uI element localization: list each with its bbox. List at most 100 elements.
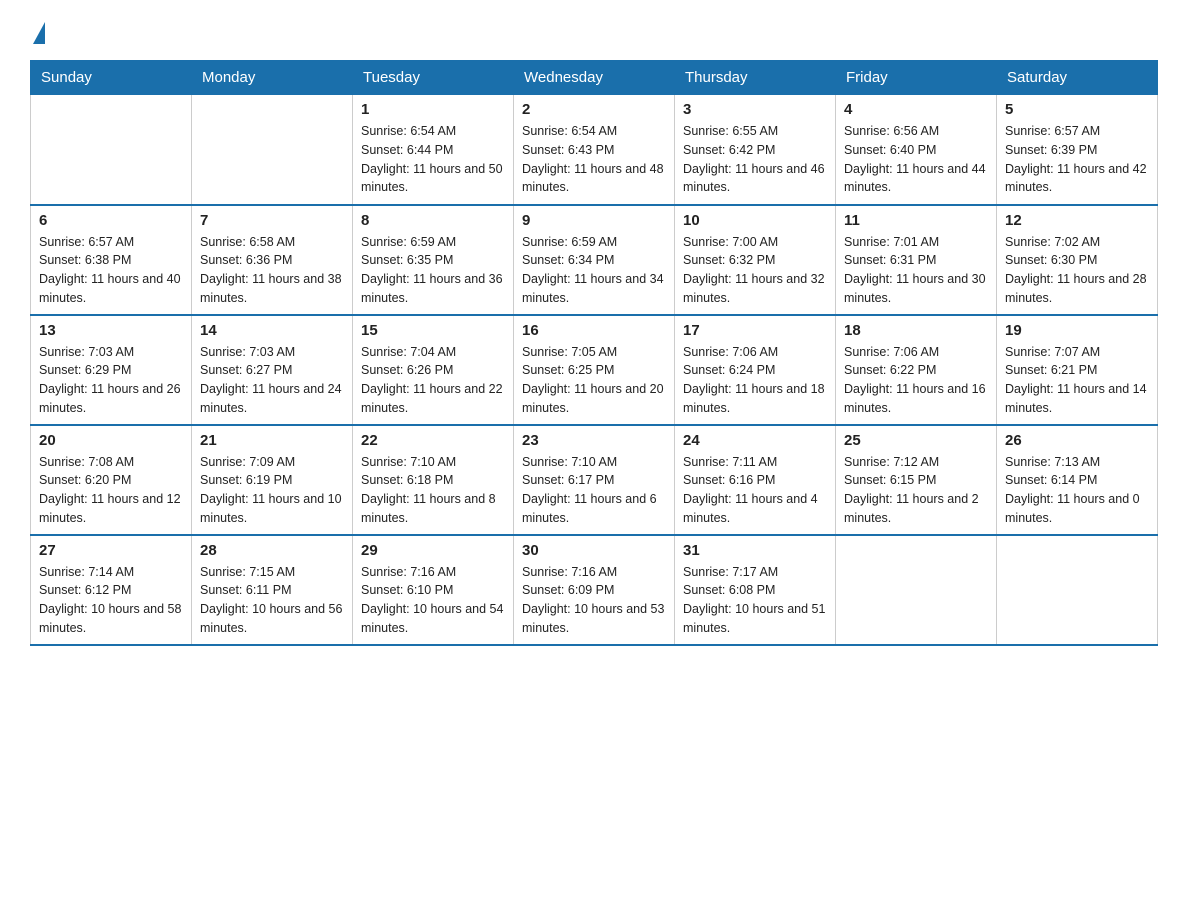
calendar-week-row: 20Sunrise: 7:08 AMSunset: 6:20 PMDayligh… <box>31 425 1158 535</box>
day-number: 15 <box>361 322 505 339</box>
day-number: 12 <box>1005 212 1149 229</box>
day-info: Sunrise: 7:11 AMSunset: 6:16 PMDaylight:… <box>683 453 827 528</box>
day-number: 22 <box>361 432 505 449</box>
day-number: 27 <box>39 542 183 559</box>
calendar-cell: 24 Sunrise: 7:11 AMSunset: 6:16 PMDayligh… <box>675 425 836 535</box>
day-info: Sunrise: 7:09 AMSunset: 6:19 PMDaylight:… <box>200 453 344 528</box>
calendar-cell <box>997 535 1158 645</box>
day-info: Sunrise: 7:02 AMSunset: 6:30 PMDaylight:… <box>1005 233 1149 308</box>
calendar-cell <box>836 535 997 645</box>
day-info: Sunrise: 6:55 AMSunset: 6:42 PMDaylight:… <box>683 122 827 197</box>
day-info: Sunrise: 6:57 AMSunset: 6:39 PMDaylight:… <box>1005 122 1149 197</box>
day-info: Sunrise: 7:10 AMSunset: 6:17 PMDaylight:… <box>522 453 666 528</box>
calendar-cell: 16 Sunrise: 7:05 AMSunset: 6:25 PMDayligh… <box>514 315 675 425</box>
calendar-cell <box>31 95 192 205</box>
calendar-header-monday: Monday <box>192 61 353 95</box>
day-info: Sunrise: 7:05 AMSunset: 6:25 PMDaylight:… <box>522 343 666 418</box>
calendar-cell: 9 Sunrise: 6:59 AMSunset: 6:34 PMDaylight… <box>514 205 675 315</box>
day-number: 7 <box>200 212 344 229</box>
calendar-header-tuesday: Tuesday <box>353 61 514 95</box>
day-number: 3 <box>683 101 827 118</box>
day-info: Sunrise: 7:12 AMSunset: 6:15 PMDaylight:… <box>844 453 988 528</box>
calendar-table: SundayMondayTuesdayWednesdayThursdayFrid… <box>30 60 1158 646</box>
calendar-cell: 27 Sunrise: 7:14 AMSunset: 6:12 PMDayligh… <box>31 535 192 645</box>
day-info: Sunrise: 7:03 AMSunset: 6:27 PMDaylight:… <box>200 343 344 418</box>
calendar-header-row: SundayMondayTuesdayWednesdayThursdayFrid… <box>31 61 1158 95</box>
calendar-week-row: 6 Sunrise: 6:57 AMSunset: 6:38 PMDaylight… <box>31 205 1158 315</box>
calendar-header-saturday: Saturday <box>997 61 1158 95</box>
calendar-cell: 26Sunrise: 7:13 AMSunset: 6:14 PMDayligh… <box>997 425 1158 535</box>
day-number: 13 <box>39 322 183 339</box>
day-number: 19 <box>1005 322 1149 339</box>
day-info: Sunrise: 6:57 AMSunset: 6:38 PMDaylight:… <box>39 233 183 308</box>
day-info: Sunrise: 6:59 AMSunset: 6:34 PMDaylight:… <box>522 233 666 308</box>
calendar-cell: 25 Sunrise: 7:12 AMSunset: 6:15 PMDayligh… <box>836 425 997 535</box>
day-number: 10 <box>683 212 827 229</box>
day-number: 14 <box>200 322 344 339</box>
day-number: 30 <box>522 542 666 559</box>
calendar-cell: 10Sunrise: 7:00 AMSunset: 6:32 PMDayligh… <box>675 205 836 315</box>
day-info: Sunrise: 7:17 AMSunset: 6:08 PMDaylight:… <box>683 563 827 638</box>
calendar-cell: 11 Sunrise: 7:01 AMSunset: 6:31 PMDayligh… <box>836 205 997 315</box>
day-number: 24 <box>683 432 827 449</box>
day-info: Sunrise: 7:01 AMSunset: 6:31 PMDaylight:… <box>844 233 988 308</box>
day-info: Sunrise: 7:15 AMSunset: 6:11 PMDaylight:… <box>200 563 344 638</box>
calendar-week-row: 27 Sunrise: 7:14 AMSunset: 6:12 PMDayligh… <box>31 535 1158 645</box>
calendar-week-row: 13 Sunrise: 7:03 AMSunset: 6:29 PMDayligh… <box>31 315 1158 425</box>
day-number: 1 <box>361 101 505 118</box>
day-number: 6 <box>39 212 183 229</box>
day-info: Sunrise: 7:16 AMSunset: 6:10 PMDaylight:… <box>361 563 505 638</box>
calendar-cell: 28 Sunrise: 7:15 AMSunset: 6:11 PMDayligh… <box>192 535 353 645</box>
day-info: Sunrise: 7:04 AMSunset: 6:26 PMDaylight:… <box>361 343 505 418</box>
calendar-cell: 17 Sunrise: 7:06 AMSunset: 6:24 PMDayligh… <box>675 315 836 425</box>
day-number: 29 <box>361 542 505 559</box>
day-info: Sunrise: 7:06 AMSunset: 6:24 PMDaylight:… <box>683 343 827 418</box>
calendar-cell: 8Sunrise: 6:59 AMSunset: 6:35 PMDaylight… <box>353 205 514 315</box>
day-info: Sunrise: 7:03 AMSunset: 6:29 PMDaylight:… <box>39 343 183 418</box>
day-number: 9 <box>522 212 666 229</box>
day-info: Sunrise: 7:14 AMSunset: 6:12 PMDaylight:… <box>39 563 183 638</box>
calendar-cell <box>192 95 353 205</box>
calendar-cell: 13 Sunrise: 7:03 AMSunset: 6:29 PMDayligh… <box>31 315 192 425</box>
calendar-cell: 6 Sunrise: 6:57 AMSunset: 6:38 PMDaylight… <box>31 205 192 315</box>
day-info: Sunrise: 7:13 AMSunset: 6:14 PMDaylight:… <box>1005 453 1149 528</box>
calendar-cell: 15 Sunrise: 7:04 AMSunset: 6:26 PMDayligh… <box>353 315 514 425</box>
day-number: 16 <box>522 322 666 339</box>
calendar-cell: 21Sunrise: 7:09 AMSunset: 6:19 PMDayligh… <box>192 425 353 535</box>
day-number: 20 <box>39 432 183 449</box>
calendar-cell: 14 Sunrise: 7:03 AMSunset: 6:27 PMDayligh… <box>192 315 353 425</box>
calendar-cell: 7 Sunrise: 6:58 AMSunset: 6:36 PMDaylight… <box>192 205 353 315</box>
calendar-cell: 19 Sunrise: 7:07 AMSunset: 6:21 PMDayligh… <box>997 315 1158 425</box>
day-info: Sunrise: 7:16 AMSunset: 6:09 PMDaylight:… <box>522 563 666 638</box>
calendar-cell: 1 Sunrise: 6:54 AMSunset: 6:44 PMDaylight… <box>353 95 514 205</box>
calendar-week-row: 1 Sunrise: 6:54 AMSunset: 6:44 PMDaylight… <box>31 95 1158 205</box>
logo-triangle-icon <box>33 22 45 44</box>
calendar-cell: 30 Sunrise: 7:16 AMSunset: 6:09 PMDayligh… <box>514 535 675 645</box>
day-info: Sunrise: 7:07 AMSunset: 6:21 PMDaylight:… <box>1005 343 1149 418</box>
day-info: Sunrise: 6:54 AMSunset: 6:44 PMDaylight:… <box>361 122 505 197</box>
day-number: 17 <box>683 322 827 339</box>
calendar-cell: 22 Sunrise: 7:10 AMSunset: 6:18 PMDayligh… <box>353 425 514 535</box>
calendar-cell: 3 Sunrise: 6:55 AMSunset: 6:42 PMDaylight… <box>675 95 836 205</box>
day-info: Sunrise: 6:59 AMSunset: 6:35 PMDaylight:… <box>361 233 505 308</box>
day-number: 25 <box>844 432 988 449</box>
day-info: Sunrise: 6:54 AMSunset: 6:43 PMDaylight:… <box>522 122 666 197</box>
calendar-header-thursday: Thursday <box>675 61 836 95</box>
calendar-cell: 23 Sunrise: 7:10 AMSunset: 6:17 PMDayligh… <box>514 425 675 535</box>
calendar-header-friday: Friday <box>836 61 997 95</box>
calendar-header-sunday: Sunday <box>31 61 192 95</box>
calendar-cell: 5Sunrise: 6:57 AMSunset: 6:39 PMDaylight… <box>997 95 1158 205</box>
day-number: 2 <box>522 101 666 118</box>
day-info: Sunrise: 6:58 AMSunset: 6:36 PMDaylight:… <box>200 233 344 308</box>
day-number: 31 <box>683 542 827 559</box>
day-info: Sunrise: 7:06 AMSunset: 6:22 PMDaylight:… <box>844 343 988 418</box>
page-header <box>30 20 1158 40</box>
day-info: Sunrise: 7:10 AMSunset: 6:18 PMDaylight:… <box>361 453 505 528</box>
day-number: 23 <box>522 432 666 449</box>
calendar-cell: 31 Sunrise: 7:17 AMSunset: 6:08 PMDayligh… <box>675 535 836 645</box>
calendar-cell: 20Sunrise: 7:08 AMSunset: 6:20 PMDayligh… <box>31 425 192 535</box>
day-number: 28 <box>200 542 344 559</box>
calendar-cell: 4Sunrise: 6:56 AMSunset: 6:40 PMDaylight… <box>836 95 997 205</box>
day-number: 18 <box>844 322 988 339</box>
day-number: 11 <box>844 212 988 229</box>
